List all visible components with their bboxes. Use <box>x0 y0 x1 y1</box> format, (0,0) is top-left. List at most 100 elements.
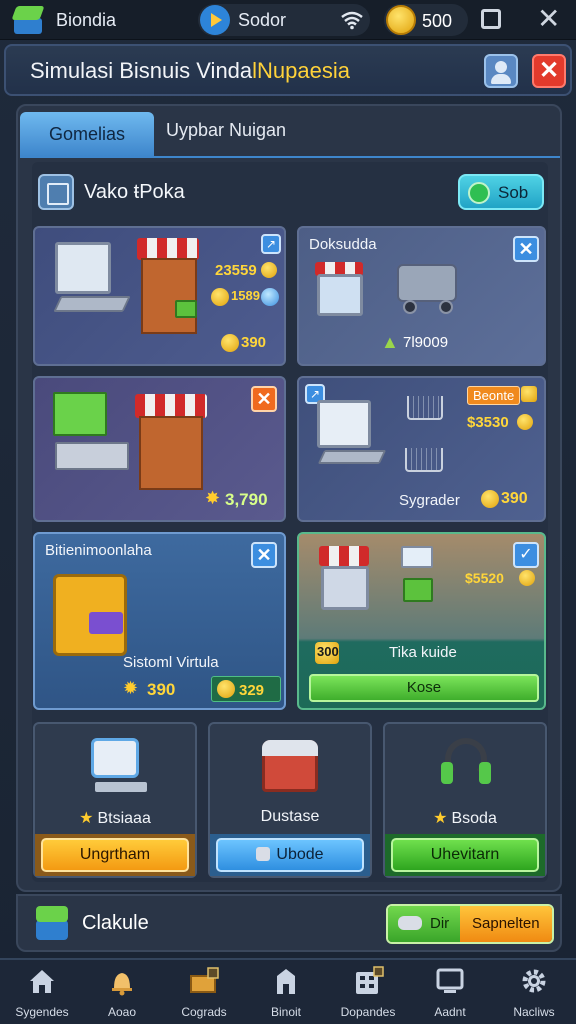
header-action-button[interactable]: Sob <box>458 174 544 210</box>
business-card-3[interactable]: ✕ ✸ 3,790 <box>33 376 286 522</box>
nav-label: Nacliws <box>513 1005 555 1019</box>
nav-label: Aoao <box>107 1005 137 1019</box>
nav-item-aadnt[interactable]: Aadnt <box>414 966 486 1024</box>
status-bar: Biondia Sodor 500 ✕ <box>0 0 576 40</box>
computer-icon <box>91 738 139 778</box>
business-card-4[interactable]: ↗ Beonte $3530 Sygrader 390 <box>297 376 546 522</box>
close-icon[interactable]: ✕ <box>251 542 277 568</box>
check-icon[interactable]: ✓ <box>513 542 539 568</box>
profile-button[interactable] <box>484 54 518 88</box>
monitor-icon <box>436 968 464 993</box>
laptop-base <box>53 296 131 312</box>
business-card-6[interactable]: ✓ $5520 300 Tika kuide Kose <box>297 532 546 710</box>
shop-roof <box>135 394 207 418</box>
gem-icon <box>468 182 490 204</box>
footer-title: Clakule <box>82 912 149 934</box>
badge-icon <box>521 386 537 402</box>
close-icon[interactable]: ✕ <box>251 386 277 412</box>
card-value-bottom: 3,790 <box>225 490 268 509</box>
card-label: Tika kuide <box>389 644 457 661</box>
upgrade-label: ★ Bsoda <box>385 808 545 828</box>
info-icon[interactable]: ↗ <box>261 234 281 254</box>
earcup <box>441 762 453 784</box>
laptop-icon <box>55 242 111 294</box>
card-action-button[interactable]: Kose <box>309 674 539 702</box>
nav-item-binoit[interactable]: Binoit <box>250 966 322 1024</box>
footer-action-button[interactable]: Dir Sapnelten <box>386 904 554 944</box>
section-title: Vako ŧPoka <box>84 180 185 203</box>
footer-bar: Clakule Dir Sapnelten <box>16 894 562 952</box>
upgrade-card-3[interactable]: ★ Bsoda Uhevitarn <box>383 722 547 878</box>
shop-icon <box>139 416 203 490</box>
cube-icon <box>32 904 72 944</box>
gear-icon: ✹ <box>123 678 139 698</box>
coin-icon <box>211 288 229 306</box>
box-icon <box>256 847 271 861</box>
coin-balance[interactable]: 500 <box>384 4 468 36</box>
page-title: Simulasi Bisnuis VindalNupaesia <box>30 58 350 84</box>
maximize-icon[interactable] <box>481 9 501 29</box>
nav-item-sygendes[interactable]: Sygendes <box>6 966 78 1024</box>
business-card-5[interactable]: Bitienimoonlaha ✕ Sistoml Virtula ✹ 390 … <box>33 532 286 710</box>
laptop-base <box>317 450 387 464</box>
wheel <box>439 300 453 314</box>
window-close-icon[interactable]: ✕ <box>537 4 560 34</box>
app-badge[interactable]: Biondia <box>10 4 116 36</box>
card-value-bottom: 7l9009 <box>403 334 449 351</box>
store-icon <box>317 274 363 316</box>
title-highlight: lNupaesia <box>252 58 350 83</box>
business-card-1[interactable]: ↗ 23559 1589 390 <box>33 226 286 366</box>
card-value-bottom: 390 <box>501 490 528 507</box>
title-main: Simulasi Bisnuis Vinda <box>30 58 253 83</box>
close-button[interactable]: ✕ <box>532 54 566 88</box>
nav-item-aoao[interactable]: Aoao <box>86 966 158 1024</box>
star-icon: ✸ <box>205 488 221 508</box>
shop-icon <box>321 566 369 610</box>
upgrade-footer: Ungrtham <box>35 834 195 876</box>
wheel <box>403 300 417 314</box>
sign-icon <box>401 546 433 568</box>
card-value-left: 390 <box>147 680 176 699</box>
coin-icon <box>517 414 533 430</box>
upgrade-label-text: Bsoda <box>451 810 497 827</box>
coin-icon <box>217 680 235 698</box>
goods-icon <box>89 612 123 634</box>
coin-icon <box>519 570 535 586</box>
home-icon <box>30 970 54 993</box>
tab-gomelias[interactable]: Gomelias <box>20 112 154 156</box>
upgrade-card-1[interactable]: ★ Btsiaaa Ungrtham <box>33 722 197 878</box>
footer-btn-right-label: Sapnelten <box>472 915 540 932</box>
nav-label: Dopandes <box>340 1005 396 1019</box>
shop-roof <box>319 546 369 566</box>
server-pill[interactable]: Sodor <box>198 4 370 36</box>
nav-item-nacliws[interactable]: Nacliws <box>498 966 570 1024</box>
upgrade-footer: Uhevitarn <box>385 834 545 876</box>
coin-count: 500 <box>422 11 453 31</box>
tab-strip: Gomelias Uypbar Nuigan <box>20 112 560 156</box>
card-label: Sygrader <box>399 492 460 509</box>
leaf-icon: ▲ <box>381 332 399 352</box>
bottom-nav: Sygendes Aoao Cograds Binoit Dopandes Aa… <box>0 958 576 1024</box>
crate-icon <box>190 967 219 993</box>
upgrade-button-2[interactable]: Ubode <box>216 838 364 872</box>
market-sign-icon <box>53 392 107 436</box>
card-value-right: 329 <box>239 682 265 699</box>
business-card-2[interactable]: Doksudda ✕ ▲ 7l9009 <box>297 226 546 366</box>
footer-btn-left-label: Dir <box>430 915 450 932</box>
crate-icon <box>175 300 197 318</box>
close-icon[interactable]: ✕ <box>513 236 539 262</box>
upgrade-footer: Ubode <box>210 834 370 876</box>
upgrade-button-3[interactable]: Uhevitarn <box>391 838 539 872</box>
upgrade-card-2[interactable]: Dustase Ubode <box>208 722 372 878</box>
card-value-mid: 1589 <box>231 288 260 303</box>
nav-item-dopandes[interactable]: Dopandes <box>332 966 404 1024</box>
tab-uypbar-nuigan[interactable]: Uypbar Nuigan <box>166 120 286 141</box>
server-label: Sodor <box>238 10 287 30</box>
nav-item-cograds[interactable]: Cograds <box>168 966 240 1024</box>
card-title: Doksudda <box>309 236 377 253</box>
card-value-bottom: 390 <box>241 334 267 351</box>
coin-icon <box>221 334 239 352</box>
coin-icon <box>481 490 499 508</box>
shop-roof <box>137 238 199 260</box>
upgrade-button-1[interactable]: Ungrtham <box>41 838 189 872</box>
